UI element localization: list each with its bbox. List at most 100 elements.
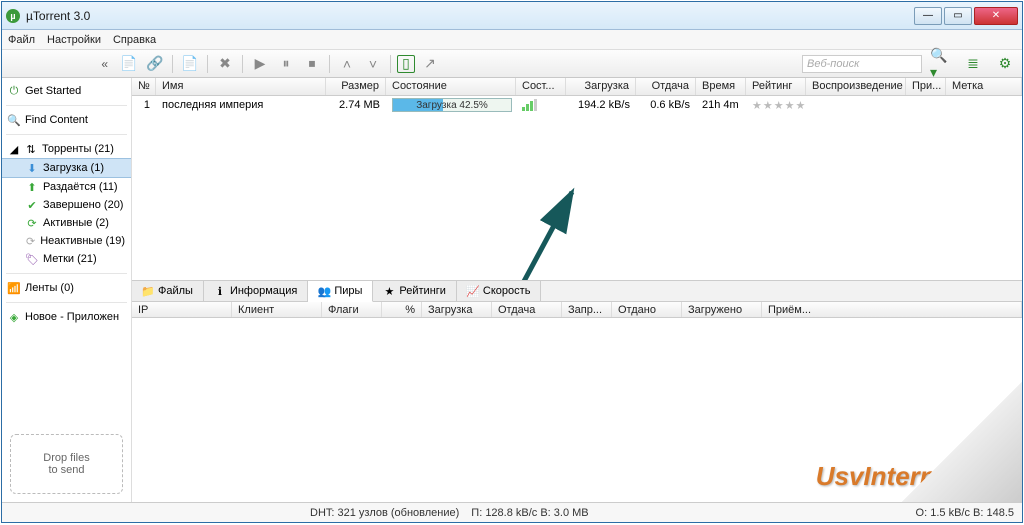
col-name[interactable]: Имя	[156, 78, 326, 95]
column-headers: № Имя Размер Состояние Сост... Загрузка …	[132, 78, 1022, 96]
refresh-icon: ⟳	[26, 235, 35, 247]
cell-rating: ★★★★★	[746, 99, 806, 112]
refresh-icon: ⟳	[26, 217, 38, 229]
stop-icon[interactable]: ⏹	[301, 53, 323, 75]
add-url-icon[interactable]: 🔗	[144, 53, 166, 75]
graph-icon: 📈	[467, 285, 479, 297]
sidebar-item-active[interactable]: ⟳ Активные (2)	[2, 214, 131, 232]
sidebar-item-downloading[interactable]: ⬇ Загрузка (1)	[2, 158, 131, 178]
cell-num: 1	[132, 99, 156, 111]
sidebar-label: Активные (2)	[43, 217, 109, 229]
move-down-icon[interactable]: ˅	[362, 53, 384, 75]
dcol-pct[interactable]: %	[382, 302, 422, 317]
dropzone-label: Drop files to send	[43, 452, 89, 476]
statusbar: DHT: 321 узлов (обновление) П: 128.8 kB/…	[2, 502, 1022, 522]
menu-file[interactable]: Файл	[8, 34, 35, 46]
add-torrent-icon[interactable]: 📄	[118, 53, 140, 75]
sidebar-label: Завершено (20)	[43, 199, 123, 211]
col-num[interactable]: №	[132, 78, 156, 95]
dcol-flags[interactable]: Флаги	[322, 302, 382, 317]
cell-size: 2.74 MB	[326, 99, 386, 111]
upload-icon: ⬆	[26, 181, 38, 193]
tab-ratings[interactable]: ★Рейтинги	[373, 281, 457, 301]
sidebar-label: Загрузка (1)	[43, 162, 104, 174]
move-up-icon[interactable]: ˄	[336, 53, 358, 75]
pause-icon[interactable]: ⏸	[275, 53, 297, 75]
search-input[interactable]: Веб-поиск	[802, 55, 922, 73]
minimize-button[interactable]: —	[914, 7, 942, 25]
sidebar-find-content[interactable]: 🔍 Find Content	[2, 111, 131, 129]
tab-files[interactable]: 📁Файлы	[132, 281, 204, 301]
dcol-up[interactable]: Отдача	[492, 302, 562, 317]
table-row[interactable]: 1 последняя империя 2.74 MB Загрузка 42.…	[132, 96, 1022, 114]
start-icon[interactable]: ▶	[249, 53, 271, 75]
search-icon[interactable]: 🔍▾	[930, 53, 952, 75]
cell-up: 0.6 kB/s	[636, 99, 696, 111]
dcol-client[interactable]: Клиент	[232, 302, 322, 317]
col-up[interactable]: Отдача	[636, 78, 696, 95]
gear-icon[interactable]: ⚙	[994, 53, 1016, 75]
col-pri[interactable]: При...	[906, 78, 946, 95]
col-size[interactable]: Размер	[326, 78, 386, 95]
sidebar-apps[interactable]: ◈Новое - Приложен	[2, 308, 131, 326]
app-icon: µ	[6, 9, 20, 23]
apps-icon: ◈	[8, 311, 20, 323]
sidebar-torrents[interactable]: ◢⇅Торренты (21)	[2, 140, 131, 158]
cell-name: последняя империя	[156, 99, 326, 111]
sidebar-item-inactive[interactable]: ⟳Неактивные (19)	[2, 232, 131, 250]
menubar: Файл Настройки Справка	[2, 30, 1022, 50]
col-eta[interactable]: Время	[696, 78, 746, 95]
check-icon: ✔	[26, 199, 38, 211]
sidebar-get-started[interactable]: ⏻Get Started	[2, 82, 131, 100]
status-rates: П: 128.8 kB/с В: 3.0 MB	[471, 507, 588, 519]
col-rating[interactable]: Рейтинг	[746, 78, 806, 95]
col-down[interactable]: Загрузка	[566, 78, 636, 95]
info-icon: ℹ	[214, 285, 226, 297]
detail-body: UsvInternet.ru	[132, 318, 1022, 502]
tab-peers[interactable]: 👥Пиры	[308, 281, 373, 302]
dcol-req[interactable]: Запр...	[562, 302, 612, 317]
maximize-button[interactable]: ▭	[944, 7, 972, 25]
col-health[interactable]: Сост...	[516, 78, 566, 95]
dcol-ip[interactable]: IP	[132, 302, 232, 317]
sidebar-item-completed[interactable]: ✔ Завершено (20)	[2, 196, 131, 214]
sidebar-label: Ленты (0)	[25, 282, 74, 294]
download-icon: ⬇	[26, 162, 38, 174]
sidebar-label: Метки (21)	[43, 253, 97, 265]
power-icon: ⏻	[8, 85, 20, 97]
col-state[interactable]: Состояние	[386, 78, 516, 95]
health-bars-icon	[522, 99, 560, 111]
menu-settings[interactable]: Настройки	[47, 34, 101, 46]
delete-icon[interactable]: ✖	[214, 53, 236, 75]
dcol-in[interactable]: Приём...	[762, 302, 1022, 317]
tab-speed[interactable]: 📈Скорость	[457, 281, 542, 301]
col-playback[interactable]: Воспроизведение	[806, 78, 906, 95]
col-label[interactable]: Метка	[946, 78, 1022, 95]
annotation-arrow-icon	[462, 168, 592, 280]
share-icon[interactable]: ↗	[419, 53, 441, 75]
remote-device-icon[interactable]: ▯	[397, 55, 415, 73]
sidebar-label: Find Content	[25, 114, 88, 126]
detail-column-headers: IP Клиент Флаги % Загрузка Отдача Запр..…	[132, 302, 1022, 318]
dropzone[interactable]: Drop files to send	[10, 434, 123, 494]
cell-eta: 21h 4m	[696, 99, 746, 111]
close-button[interactable]: ✕	[974, 7, 1018, 25]
torrents-icon: ⇅	[25, 143, 37, 155]
menu-help[interactable]: Справка	[113, 34, 156, 46]
rss-icon: 📶	[8, 282, 20, 294]
sidebar-item-labels[interactable]: 🏷 Метки (21)	[2, 250, 131, 268]
main-panel: № Имя Размер Состояние Сост... Загрузка …	[132, 78, 1022, 502]
sidebar-item-seeding[interactable]: ⬆Раздаётся (11)	[2, 178, 131, 196]
view-list-icon[interactable]: ≣	[962, 53, 984, 75]
search-icon: 🔍	[8, 114, 20, 126]
sidebar: ⏻Get Started 🔍 Find Content ◢⇅Торренты (2…	[2, 78, 132, 502]
tag-icon: 🏷	[26, 253, 38, 265]
peers-icon: 👥	[318, 285, 330, 297]
dcol-down[interactable]: Загрузка	[422, 302, 492, 317]
sidebar-feeds[interactable]: 📶 Ленты (0)	[2, 279, 131, 297]
sidebar-collapse-icon[interactable]: «	[6, 57, 116, 71]
dcol-recv[interactable]: Загружено	[682, 302, 762, 317]
create-torrent-icon[interactable]: 📄	[179, 53, 201, 75]
dcol-sent[interactable]: Отдано	[612, 302, 682, 317]
tab-info[interactable]: ℹИнформация	[204, 281, 308, 301]
